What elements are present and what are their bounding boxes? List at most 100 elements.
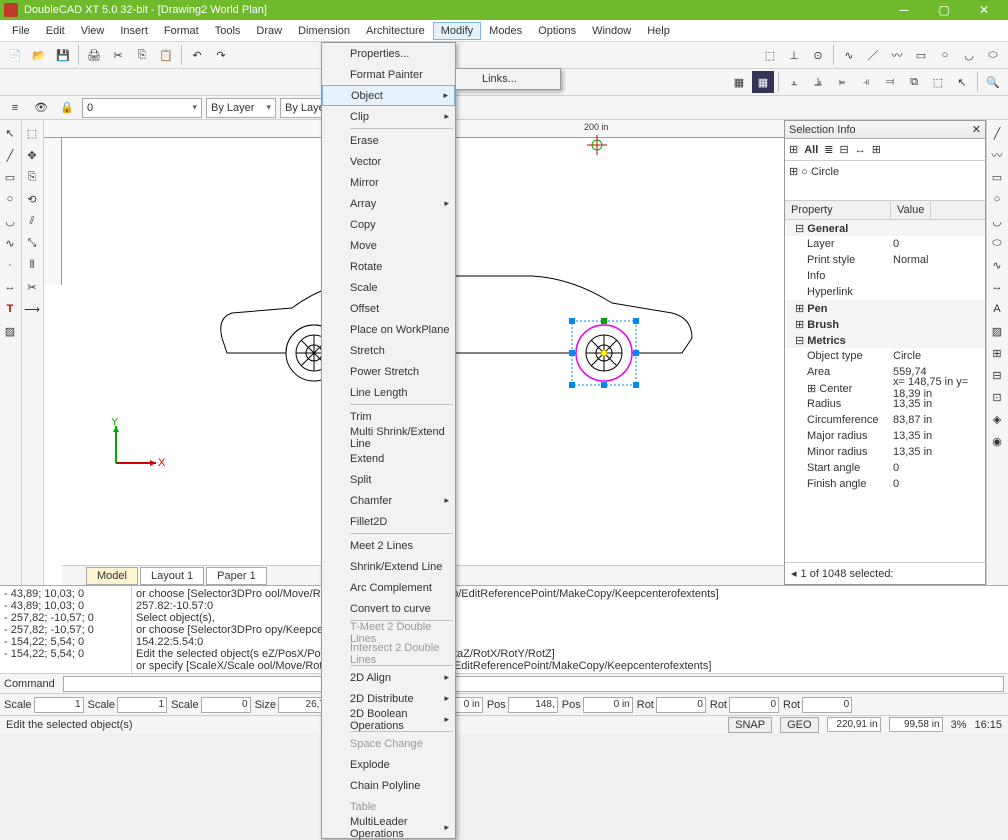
prop-group-brush[interactable]: ⊞ Brush [785,316,985,332]
curve-t-icon[interactable]: ∿ [0,233,20,253]
history-item[interactable]: - 154,22; 5,54; 0 [4,648,127,660]
rect-t-icon[interactable]: ▭ [0,167,20,187]
menu-insert[interactable]: Insert [112,22,156,40]
layer-vis-icon[interactable]: 👁 [30,97,52,119]
modify-chamfer[interactable]: Chamfer▸ [322,490,455,511]
circle-icon[interactable]: ○ [934,44,956,66]
geo-button[interactable]: GEO [780,717,818,733]
modify-extend[interactable]: Extend [322,448,455,469]
selinfo-all-tab[interactable]: All [804,144,818,156]
view1-icon[interactable]: ▦ [728,71,750,93]
menu-dimension[interactable]: Dimension [290,22,358,40]
modify-line-length[interactable]: Line Length [322,382,455,403]
prop-minor-radius[interactable]: Minor radius13,35 in [785,444,985,460]
r-text-icon[interactable]: A [987,299,1007,319]
menu-view[interactable]: View [73,22,113,40]
selinfo-f4-icon[interactable]: ⊞ [872,143,881,156]
modify-multi-shrink-extend-line[interactable]: Multi Shrink/Extend Line [322,427,455,448]
tab-paper1[interactable]: Paper 1 [206,567,267,585]
prop-print-style[interactable]: Print styleNormal [785,252,985,268]
hatch-t-icon[interactable]: ▨ [0,321,20,341]
menu-tools[interactable]: Tools [207,22,249,40]
paste-icon[interactable]: 📋 [155,44,177,66]
history-item[interactable]: - 257,82; -10,57; 0 [4,624,127,636]
status-pos[interactable]: Pos [487,697,558,713]
selinfo-f2-icon[interactable]: ⊟ [840,143,849,156]
polyline-icon[interactable]: 〰 [886,44,908,66]
cube-icon[interactable]: ⬚ [759,44,781,66]
modify-vector[interactable]: Vector [322,151,455,172]
status-rot[interactable]: Rot [637,697,706,713]
dist-v-icon[interactable]: ⫤ [879,71,901,93]
arc-icon[interactable]: ◡ [958,44,980,66]
command-input[interactable] [63,676,1004,692]
modify-move[interactable]: Move [322,235,455,256]
copy-icon[interactable]: ⎘ [131,44,153,66]
status-scale[interactable]: Scale [4,697,84,713]
bylayer-combo-1[interactable]: By Layer [206,98,276,118]
view2-icon[interactable]: ▦ [752,71,774,93]
modify-rotate[interactable]: Rotate [322,256,455,277]
snap-button[interactable]: SNAP [728,717,772,733]
modify-erase[interactable]: Erase [322,130,455,151]
cut-icon[interactable]: ✂ [107,44,129,66]
selinfo-grid[interactable]: ⊟ GeneralLayer0Print styleNormalInfoHype… [785,220,985,562]
menu-window[interactable]: Window [584,22,639,40]
layer-lock-icon[interactable]: 🔒 [56,97,78,119]
modify-explode[interactable]: Explode [322,754,455,775]
status-pos[interactable]: Pos [562,697,633,713]
prop-hyperlink[interactable]: Hyperlink [785,284,985,300]
r-curve-icon[interactable]: ∿ [987,255,1007,275]
modify-2d-align[interactable]: 2D Align▸ [322,667,455,688]
dist-h-icon[interactable]: ⫣ [855,71,877,93]
dim-t-icon[interactable]: ↔ [0,277,20,297]
modify-dropdown[interactable]: Properties...Format PainterObject▸Clip▸E… [321,42,456,839]
modify-split[interactable]: Split [322,469,455,490]
prop-circumference[interactable]: Circumference83,87 in [785,412,985,428]
modify-array[interactable]: Array▸ [322,193,455,214]
snap-icon[interactable]: ⊙ [807,44,829,66]
selinfo-f3-icon[interactable]: ↔ [855,144,866,156]
menu-edit[interactable]: Edit [38,22,73,40]
history-item[interactable]: - 43,89; 10,03; 0 [4,600,127,612]
modify-power-stretch[interactable]: Power Stretch [322,361,455,382]
selinfo-tree[interactable]: ⊞ ○ Circle [785,161,985,201]
r-ell-icon[interactable]: ⬭ [987,233,1007,253]
menu-modes[interactable]: Modes [481,22,530,40]
new-icon[interactable]: 📄 [4,44,26,66]
pointer-tool-icon[interactable]: ↖ [0,123,20,143]
prop-finish-angle[interactable]: Finish angle0 [785,476,985,492]
line-t-icon[interactable]: ╱ [0,145,20,165]
modify-convert-to-curve[interactable]: Convert to curve [322,598,455,619]
select-icon[interactable]: ⬚ [927,71,949,93]
menu-file[interactable]: File [4,22,38,40]
copy2-icon[interactable]: ⎘ [22,167,42,187]
layer-icon[interactable]: ≡ [4,97,26,119]
sel-icon[interactable]: ⬚ [22,123,42,143]
prop-layer[interactable]: Layer0 [785,236,985,252]
status-scale[interactable]: Scale [171,697,251,713]
modify-2d-distribute[interactable]: 2D Distribute▸ [322,688,455,709]
menu-options[interactable]: Options [530,22,584,40]
modify-properties-[interactable]: Properties... [322,43,455,64]
modify-format-painter[interactable]: Format Painter [322,64,455,85]
prop-group-pen[interactable]: ⊞ Pen [785,300,985,316]
status-rot[interactable]: Rot [783,697,852,713]
align-r-icon[interactable]: ⫢ [831,71,853,93]
modify-object[interactable]: Object▸ [322,85,455,106]
tab-model[interactable]: Model [86,567,138,585]
zoom-icon[interactable]: 🔍 [982,71,1004,93]
save-icon[interactable]: 💾 [52,44,74,66]
prop-center[interactable]: ⊞ Centerx= 148,75 in y= 18,39 in [785,380,985,396]
modify-multileader-operations[interactable]: MultiLeader Operations▸ [322,817,455,838]
selinfo-f1-icon[interactable]: ≣ [824,143,833,156]
rect-icon[interactable]: ▭ [910,44,932,66]
selinfo-cat-icon[interactable]: ⊞ [789,143,798,156]
r-pline-icon[interactable]: 〰 [987,145,1007,165]
circle-t-icon[interactable]: ○ [0,189,20,209]
menu-modify[interactable]: Modify [433,22,481,40]
modify-chain-polyline[interactable]: Chain Polyline [322,775,455,796]
tab-layout1[interactable]: Layout 1 [140,567,204,585]
rot2-icon[interactable]: ⟲ [22,189,42,209]
r-arc-icon[interactable]: ◡ [987,211,1007,231]
